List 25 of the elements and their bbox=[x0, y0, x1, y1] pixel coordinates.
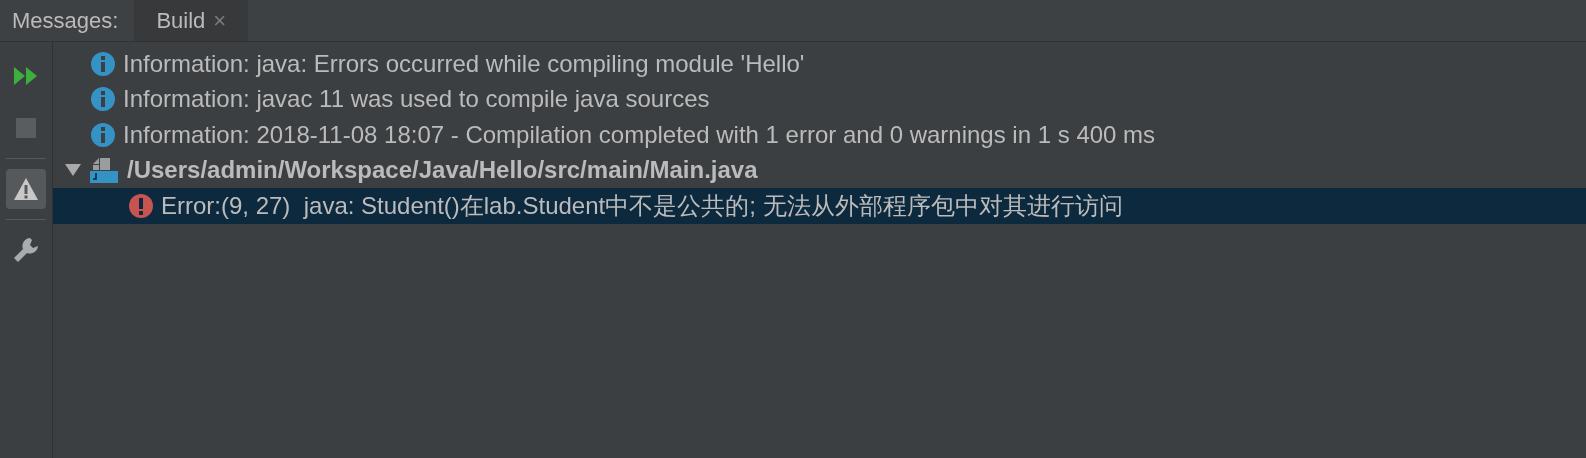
message-text: Information: 2018-11-08 18:07 - Compilation completed with 1 error and 0 warnings in 1 s 400 ms bbox=[123, 119, 1156, 150]
expand-arrow-icon[interactable] bbox=[65, 163, 81, 178]
java-file-icon bbox=[89, 156, 119, 185]
message-text: Error:(9, 27) java: Student()在lab.Student中不是公共的; 无法从外部程序包中对其进行访问 bbox=[161, 190, 1123, 221]
info-message-row[interactable]: Information: java: Errors occurred while compiling module 'Hello' bbox=[53, 46, 1586, 82]
tab-label: Build bbox=[156, 7, 206, 35]
info-icon bbox=[91, 51, 115, 76]
info-icon bbox=[91, 87, 115, 112]
stop-icon bbox=[16, 118, 36, 138]
message-text: Information: javac 11 was used to compile java sources bbox=[123, 84, 710, 115]
error-icon bbox=[129, 193, 153, 218]
rerun-icon bbox=[13, 66, 39, 86]
info-icon bbox=[91, 122, 115, 147]
file-path: /Users/admin/Workspace/Java/Hello/src/main/Main.java bbox=[127, 155, 758, 186]
panel-label: Messages: bbox=[11, 7, 120, 35]
info-message-row[interactable]: Information: javac 11 was used to compile java sources bbox=[53, 81, 1586, 117]
file-message-row[interactable]: /Users/admin/Workspace/Java/Hello/src/main/Main.java bbox=[53, 152, 1586, 188]
warning-icon bbox=[13, 177, 39, 201]
wrench-icon bbox=[12, 236, 40, 264]
info-message-row[interactable]: Information: 2018-11-08 18:07 - Compilation completed with 1 error and 0 warnings in 1 s 400 ms bbox=[53, 117, 1586, 153]
warning-button[interactable] bbox=[6, 169, 46, 209]
error-message-row[interactable]: Error:(9, 27) java: Student()在lab.Student中不是公共的; 无法从外部程序包中对其进行访问 bbox=[53, 188, 1586, 224]
close-icon[interactable]: × bbox=[213, 0, 227, 41]
build-tab[interactable]: Build × bbox=[134, 0, 249, 41]
message-text: Information: java: Errors occurred while compiling module 'Hello' bbox=[123, 48, 805, 79]
